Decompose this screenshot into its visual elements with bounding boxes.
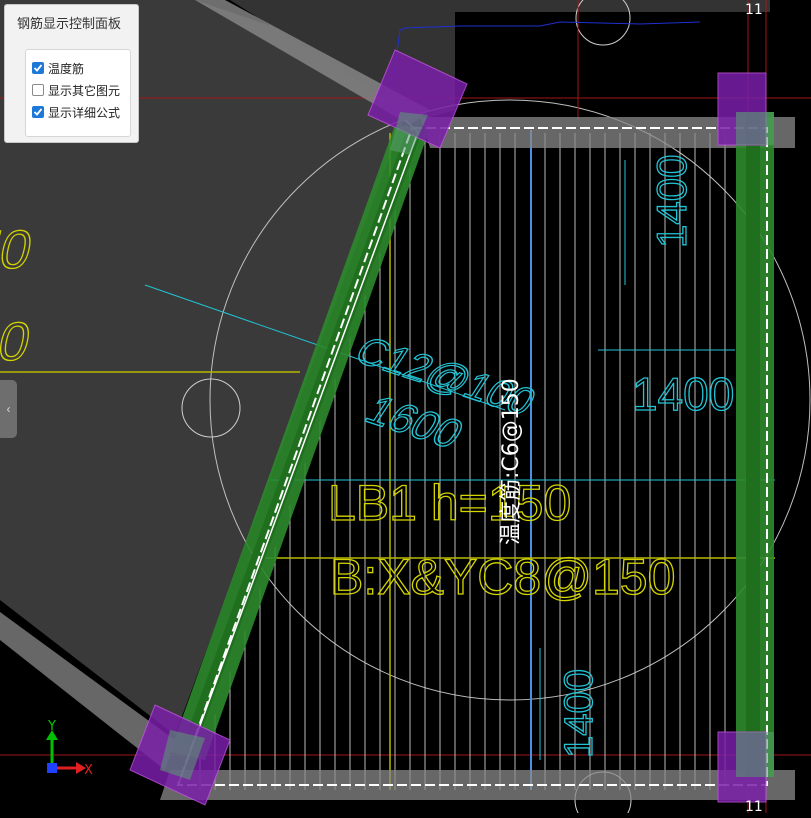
option-label: 显示其它图元 (48, 83, 121, 98)
dim-right: 1400 (632, 368, 734, 420)
option-label: 温度筋 (48, 61, 85, 76)
option-show-other-elements[interactable]: 显示其它图元 (32, 81, 120, 99)
green-band-right-inner (746, 112, 760, 777)
axis-label-bottom: 11 (745, 799, 763, 813)
dim-bottom: 1400 (557, 669, 601, 758)
checkbox-temp-rebar[interactable] (32, 62, 44, 74)
slab-rebar: B:X&YC8@150 (330, 549, 675, 605)
axis-label-top: 11 (745, 2, 763, 18)
axis-x-label: X (84, 763, 93, 778)
ucs-axis-icon: Y X (46, 719, 93, 778)
slab-label: LB1 h=150 (328, 475, 571, 531)
panel-options-box: 温度筋 显示其它图元 显示详细公式 (25, 49, 131, 137)
rebar-display-control-panel: 钢筋显示控制面板 温度筋 显示其它图元 显示详细公式 (4, 4, 139, 143)
side-collapse-handle[interactable]: ‹ (0, 380, 17, 438)
chevron-left-icon: ‹ (6, 402, 11, 416)
axis-y-label: Y (47, 719, 56, 734)
option-show-detailed-formula[interactable]: 显示详细公式 (32, 103, 120, 121)
checkbox-show-other-elements[interactable] (32, 84, 44, 96)
option-label: 显示详细公式 (48, 105, 121, 120)
option-temp-rebar[interactable]: 温度筋 (32, 59, 84, 77)
dim-top-right: 1400 (648, 155, 695, 248)
panel-title: 钢筋显示控制面板 (17, 17, 122, 32)
temp-rebar-label: 温度筋:C6@150 (499, 378, 524, 545)
checkbox-show-detailed-formula[interactable] (32, 106, 44, 118)
